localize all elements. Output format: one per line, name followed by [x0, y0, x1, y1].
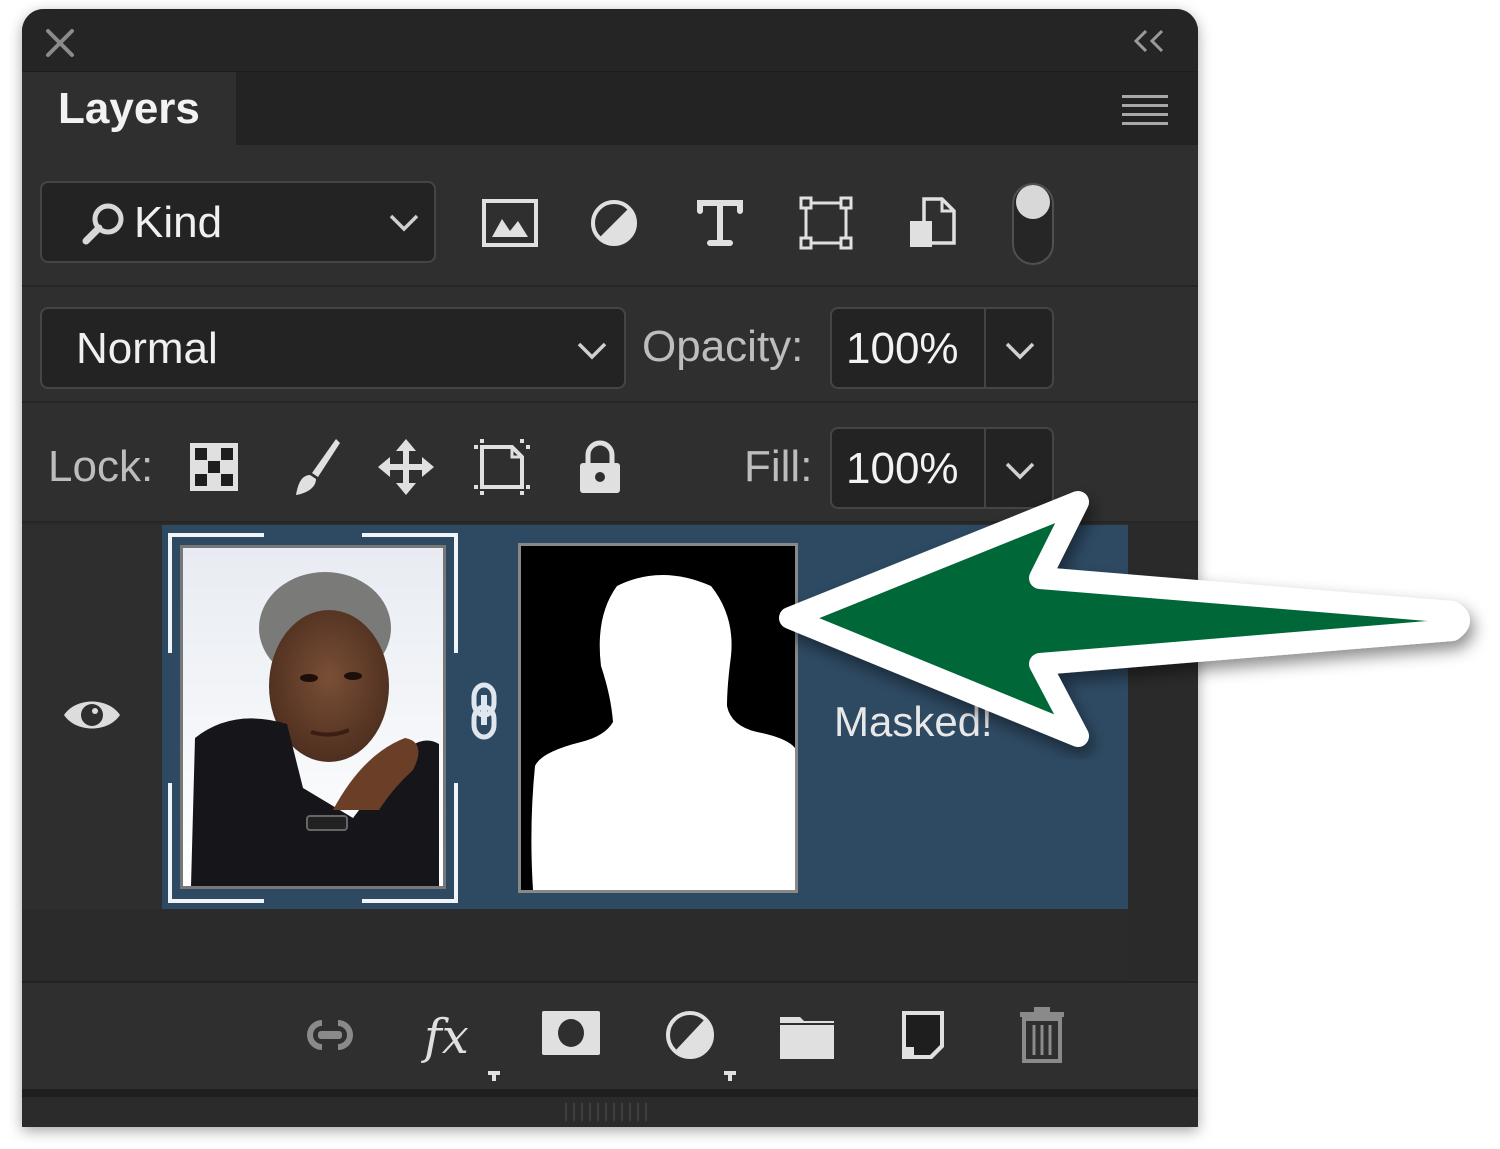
close-icon[interactable]: [44, 27, 76, 59]
fill-field: 100%: [830, 427, 1054, 509]
opacity-label: Opacity:: [642, 322, 804, 371]
submenu-indicator-icon: [488, 1071, 500, 1081]
blend-mode-dropdown[interactable]: Normal: [40, 307, 626, 389]
portrait-illustration: [183, 548, 443, 886]
divider: [984, 429, 986, 507]
double-chevron-left-icon[interactable]: [1132, 27, 1166, 55]
divider: [984, 309, 986, 387]
layer-row[interactable]: Masked!: [22, 525, 1128, 909]
adjustment-layer-icon[interactable]: [658, 1007, 722, 1063]
lock-all-icon[interactable]: [568, 435, 632, 499]
fx-icon[interactable]: fx: [420, 1007, 484, 1063]
layers-scrollbar-track[interactable]: [1128, 523, 1198, 979]
filter-row: Kind: [22, 145, 1198, 287]
adjustment-layer-filter-icon[interactable]: [584, 195, 644, 251]
lock-artboard-icon[interactable]: [470, 435, 534, 499]
panel-menu-icon[interactable]: [1122, 94, 1168, 126]
submenu-indicator-icon: [724, 1071, 736, 1081]
lock-label: Lock:: [48, 442, 154, 491]
layer-thumbnail[interactable]: [168, 533, 458, 903]
mask-link-icon[interactable]: [464, 673, 504, 743]
filter-kind-label: Kind: [134, 198, 223, 247]
portrait-image: [180, 545, 446, 889]
layer-name[interactable]: Masked!: [834, 697, 993, 747]
link-layers-icon[interactable]: [298, 1007, 362, 1063]
panel-footer: fx: [22, 981, 1198, 1089]
lock-position-icon[interactable]: [374, 435, 438, 499]
fill-chevron-down-icon[interactable]: [1004, 461, 1036, 481]
fill-input[interactable]: 100%: [846, 441, 959, 497]
filter-toggle-switch[interactable]: [1010, 181, 1056, 267]
chevron-down-icon: [389, 214, 419, 232]
shape-layer-filter-icon[interactable]: [796, 195, 856, 251]
panel-resize-bar: [22, 1089, 1198, 1127]
new-group-icon[interactable]: [776, 1007, 840, 1063]
lock-transparent-pixels-icon[interactable]: [182, 435, 246, 499]
layer-mask-thumbnail[interactable]: [518, 543, 798, 893]
resize-grip-icon[interactable]: [562, 1101, 652, 1123]
search-icon: [82, 203, 124, 245]
svg-text:fx: fx: [421, 1009, 469, 1063]
opacity-field: 100%: [830, 307, 1054, 389]
blending-row: Normal Opacity: 100%: [22, 287, 1198, 403]
pixel-layer-filter-icon[interactable]: [480, 195, 540, 251]
blend-mode-value: Normal: [76, 324, 218, 373]
type-layer-filter-icon[interactable]: [690, 195, 750, 251]
mask-silhouette: [531, 575, 795, 890]
layers-panel: Layers Kind Normal Opacity: 100% Lock: F…: [22, 9, 1198, 1127]
new-layer-icon[interactable]: [892, 1007, 956, 1063]
filter-kind-dropdown[interactable]: Kind: [40, 181, 436, 263]
tab-layers[interactable]: Layers: [22, 72, 236, 146]
fill-label: Fill:: [744, 442, 813, 491]
panel-titlebar: [22, 9, 1198, 71]
chevron-down-icon: [577, 342, 607, 360]
layers-list: Masked!: [22, 523, 1198, 979]
smart-object-filter-icon[interactable]: [902, 195, 962, 251]
visibility-eye-icon[interactable]: [62, 695, 122, 735]
add-mask-icon[interactable]: [540, 1007, 604, 1063]
lock-image-pixels-icon[interactable]: [282, 435, 346, 499]
opacity-input[interactable]: 100%: [846, 321, 959, 377]
delete-icon[interactable]: [1010, 1007, 1074, 1063]
tab-bar: Layers: [22, 71, 1198, 146]
lock-row: Lock: Fill: 100%: [22, 403, 1198, 523]
opacity-chevron-down-icon[interactable]: [1004, 341, 1036, 361]
